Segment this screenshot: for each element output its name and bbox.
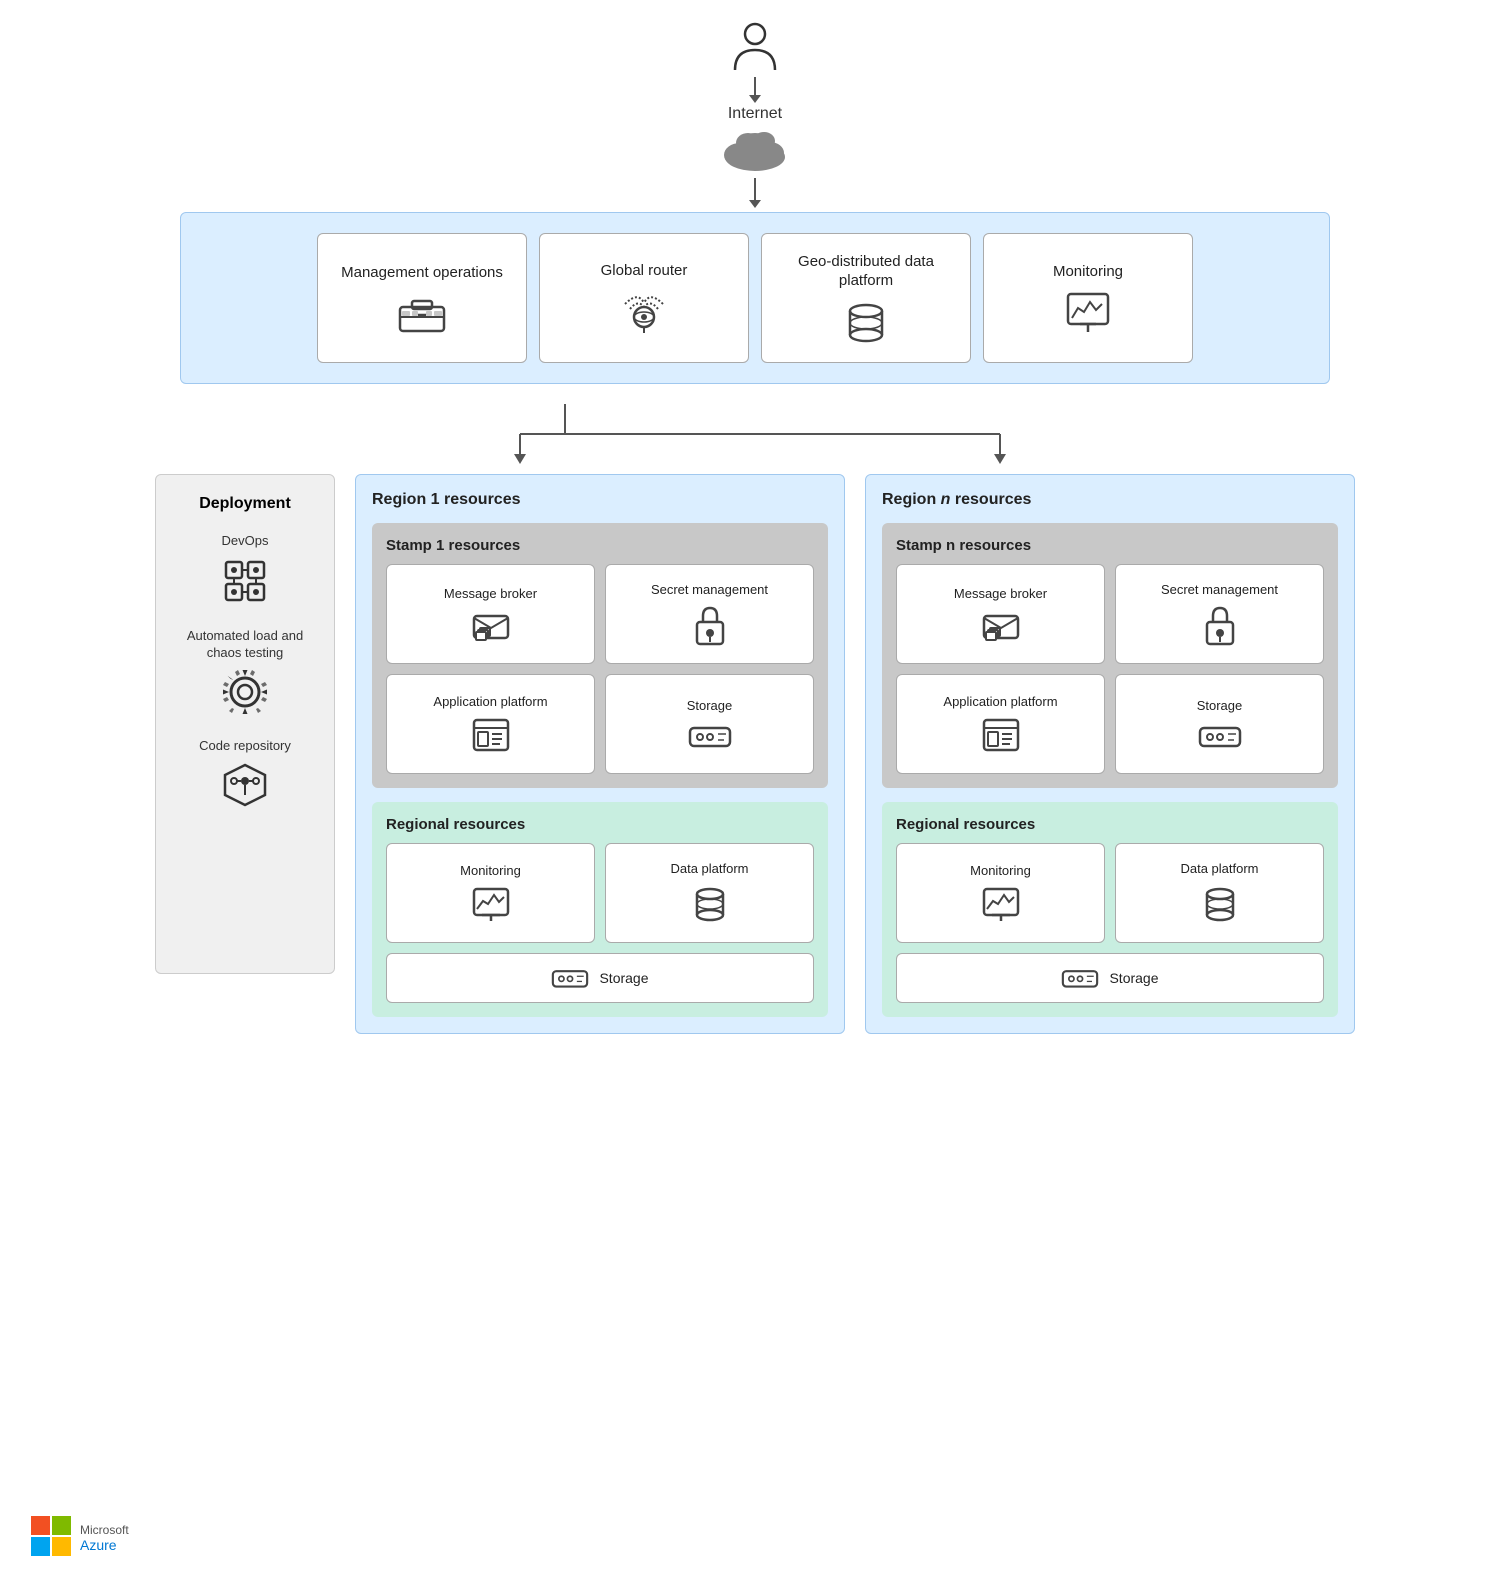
management-label: Management operations [341,263,503,283]
msg-broker-1-label: Message broker [444,586,537,603]
global-router-label: Global router [601,261,688,281]
data-platform-r1-icon [693,885,727,925]
regional-storage-rn-label: Storage [1109,970,1158,986]
storage-1-box: Storage [605,674,814,774]
secret-mgmt-n-box: Secret management [1115,564,1324,664]
gear-icon [221,668,269,716]
azure-logo [30,1515,72,1562]
deployment-title: Deployment [199,495,291,513]
geo-data-label: Geo-distributed data platform [772,252,960,291]
storage-1-icon [688,722,732,750]
deployment-sidebar: Deployment DevOps [155,474,335,974]
regional-n-box: Regional resources Monitoring [882,802,1338,1017]
azure-label: Azure [80,1537,129,1554]
load-testing-item: Automated load and chaos testing [172,628,318,716]
azure-badge: Microsoft Azure [30,1515,129,1562]
data-platform-rn-icon [1203,885,1237,925]
stamp-n-title: Stamp n resources [896,537,1324,554]
regional-1-grid: Monitoring Data pla [386,843,814,943]
internet-label: Internet [728,105,782,123]
regional-storage-r1-label: Storage [599,970,648,986]
cloud-icon [720,127,790,178]
git-icon [221,761,269,809]
regional-storage-r1-icon [551,966,589,990]
regional-n-grid: Monitoring Data pla [896,843,1324,943]
data-platform-r1-box: Data platform [605,843,814,943]
app-platform-n-box: Application platform [896,674,1105,774]
stamp-1-grid: Message broker [386,564,814,774]
regional-1-title: Regional resources [386,816,814,833]
region-n-box: Region n resources Stamp n resources Mes… [865,474,1355,1034]
storage-n-icon [1198,722,1242,750]
devops-item: DevOps [220,533,270,606]
stamp-n-grid: Message broker [896,564,1324,774]
storage-n-label: Storage [1197,698,1243,715]
load-testing-label: Automated load and chaos testing [172,628,318,662]
monitoring-rn-box: Monitoring [896,843,1105,943]
secret-mgmt-1-label: Secret management [651,582,768,599]
region-1-box: Region 1 resources Stamp 1 resources Mes… [355,474,845,1034]
stamp-1-box: Stamp 1 resources Message broker [372,523,828,788]
diagram-container: Internet Management operations [0,0,1510,1592]
toolbox-icon [398,293,446,333]
msg-broker-1-icon [472,610,510,642]
database-icon [846,301,886,345]
secret-mgmt-n-icon [1203,606,1237,646]
regional-n-title: Regional resources [896,816,1324,833]
region-1-title: Region 1 resources [372,491,828,509]
stamp-n-box: Stamp n resources Message broker [882,523,1338,788]
regional-1-box: Regional resources Monitoring [372,802,828,1017]
monitoring-rn-icon [982,887,1020,923]
person-icon [731,20,779,77]
msg-broker-n-box: Message broker [896,564,1105,664]
devops-icon [220,556,270,606]
azure-text: Microsoft Azure [80,1523,129,1554]
devops-label: DevOps [222,533,269,550]
app-platform-1-icon [472,718,510,754]
app-platform-n-icon [982,718,1020,754]
router-icon [620,291,668,335]
service-box-geo-data: Geo-distributed data platform [761,233,971,363]
storage-1-label: Storage [687,698,733,715]
service-box-global-router: Global router [539,233,749,363]
service-box-management: Management operations [317,233,527,363]
bottom-area: Deployment DevOps [155,474,1355,1034]
region-n-title: Region n resources [882,491,1338,509]
stamp-1-title: Stamp 1 resources [386,537,814,554]
service-box-monitoring: Monitoring [983,233,1193,363]
data-platform-rn-label: Data platform [1180,861,1258,878]
internet-section: Internet [720,20,790,202]
microsoft-label: Microsoft [80,1523,129,1537]
app-platform-1-box: Application platform [386,674,595,774]
secret-mgmt-n-label: Secret management [1161,582,1278,599]
secret-mgmt-1-icon [693,606,727,646]
regional-storage-r1-row: Storage [386,953,814,1003]
monitoring-r1-box: Monitoring [386,843,595,943]
app-platform-n-label: Application platform [943,694,1057,711]
monitoring-r1-label: Monitoring [460,863,521,880]
regional-storage-rn-row: Storage [896,953,1324,1003]
monitoring-r1-icon [472,887,510,923]
regional-storage-rn-icon [1061,966,1099,990]
code-repo-label: Code repository [199,738,291,755]
app-platform-1-label: Application platform [433,694,547,711]
regions-area: Region 1 resources Stamp 1 resources Mes… [355,474,1355,1034]
data-platform-r1-label: Data platform [670,861,748,878]
connector-arrows [180,404,1330,464]
msg-broker-n-icon [982,610,1020,642]
secret-mgmt-1-box: Secret management [605,564,814,664]
msg-broker-1-box: Message broker [386,564,595,664]
monitor-icon [1066,292,1110,334]
monitoring-label: Monitoring [1053,262,1123,282]
top-band: Management operations Global router [180,212,1330,384]
data-platform-rn-box: Data platform [1115,843,1324,943]
msg-broker-n-label: Message broker [954,586,1047,603]
code-repo-item: Code repository [199,738,291,809]
monitoring-rn-label: Monitoring [970,863,1031,880]
storage-n-box: Storage [1115,674,1324,774]
